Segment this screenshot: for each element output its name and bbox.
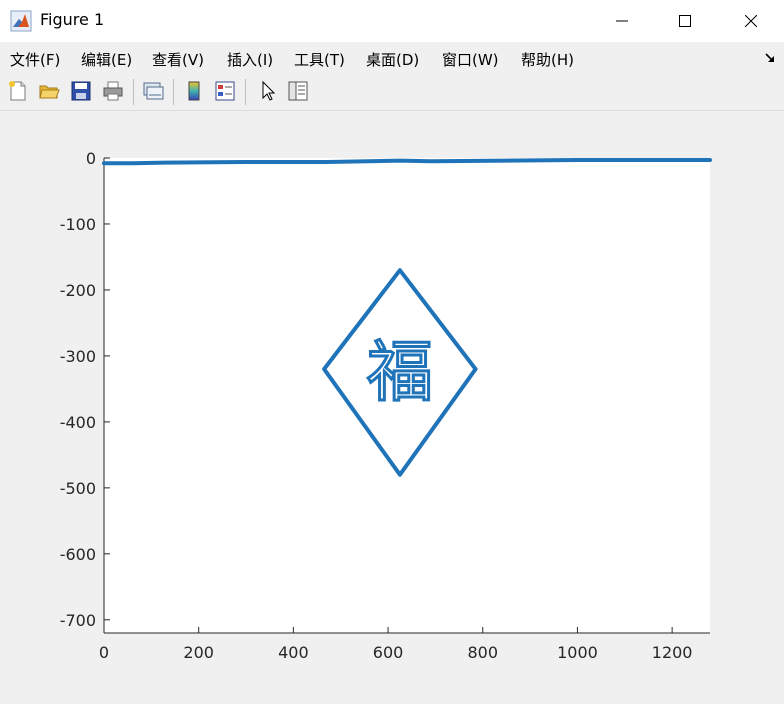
new-figure-button[interactable] [5,78,31,104]
insert-legend-button[interactable] [212,78,238,104]
y-tick-label: -100 [60,215,96,234]
menu-tools[interactable]: 工具(T) [294,49,345,70]
edit-plot-button[interactable] [254,78,280,104]
menu-desktop[interactable]: 桌面(D) [366,49,419,70]
menu-edit[interactable]: 编辑(E) [81,49,132,70]
close-button[interactable] [721,0,781,42]
y-tick-label: -200 [60,281,96,300]
x-tick-label: 800 [467,643,498,662]
minimize-button[interactable] [592,0,652,42]
x-tick-label: 600 [373,643,404,662]
save-button[interactable] [68,78,94,104]
x-tick-label: 1000 [557,643,598,662]
menu-help[interactable]: 帮助(H) [521,49,574,70]
maximize-button[interactable] [655,0,715,42]
matlab-icon [10,10,32,32]
window-titlebar: Figure 1 [0,0,784,42]
toolbar-separator [133,79,134,105]
insert-colorbar-button[interactable] [181,78,207,104]
y-tick-label: -600 [60,545,96,564]
menu-insert[interactable]: 插入(I) [227,49,273,70]
link-plot-icon [143,82,164,100]
insert-legend-icon [215,81,235,101]
menu-file[interactable]: 文件(F) [10,49,60,70]
insert-colorbar-icon [188,81,200,101]
property-inspector-icon [288,81,308,101]
x-tick-label: 1200 [652,643,693,662]
x-tick-label: 400 [278,643,309,662]
window-title: Figure 1 [40,10,105,29]
figure-canvas: 0 200 400 600 800 1000 1200 0 -100 -200 -300 -400 -5… [0,111,784,700]
new-figure-icon [9,81,26,101]
y-tick-label: -500 [60,479,96,498]
print-button[interactable] [100,78,126,104]
x-tick-label: 200 [183,643,214,662]
print-icon [103,81,123,101]
y-tick-label: 0 [86,149,96,168]
figure-toolbar [0,74,784,111]
x-tick-label: 0 [99,643,109,662]
menu-bar: 文件(F) 编辑(E) 查看(V) 插入(I) 工具(T) 桌面(D) 窗口(W… [0,42,784,74]
menu-view[interactable]: 查看(V) [152,49,204,70]
y-tick-label: -300 [60,347,96,366]
property-inspector-button[interactable] [285,78,311,104]
edit-plot-icon [262,80,276,101]
maximize-icon [679,15,691,27]
open-file-button[interactable] [36,78,62,104]
diamond-character: 福 [367,333,433,410]
minimize-icon [616,20,628,22]
close-icon [745,15,757,27]
plot-area[interactable]: 0 200 400 600 800 1000 1200 0 -100 -200 -300 -400 -5… [0,111,784,700]
toolbar-separator [173,79,174,105]
link-plot-button[interactable] [140,78,166,104]
toolbar-separator [245,79,246,105]
y-tick-label: -700 [60,611,96,630]
y-tick-label: -400 [60,413,96,432]
save-icon [71,81,91,101]
dock-arrow-icon[interactable] [764,52,776,64]
menu-window[interactable]: 窗口(W) [442,49,499,70]
open-file-icon [39,85,60,99]
